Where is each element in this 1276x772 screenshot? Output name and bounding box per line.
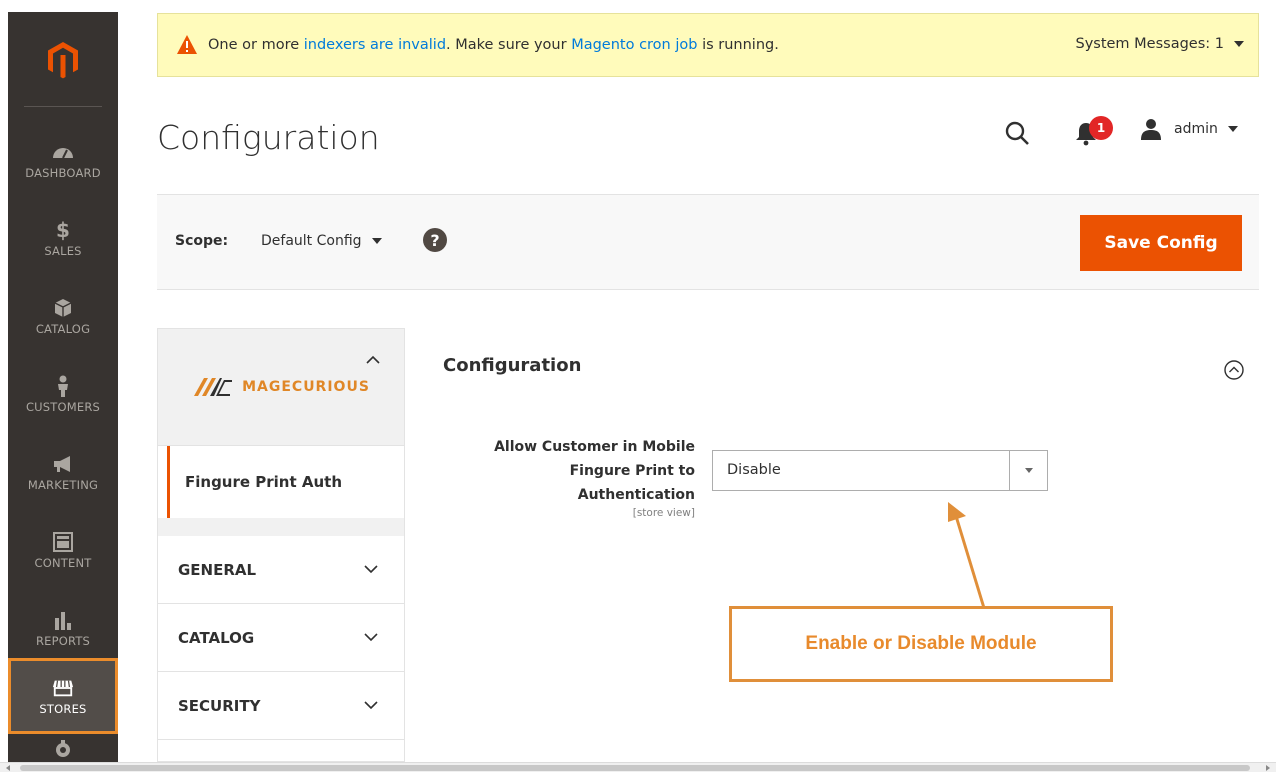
sidebar-item-label: CATALOG <box>35 321 91 336</box>
tab-group-magecurious[interactable]: MAGECURIOUS <box>157 328 405 446</box>
tab-label: Fingure Print Auth <box>185 473 343 491</box>
help-icon[interactable]: ? <box>423 228 447 252</box>
indexers-link[interactable]: indexers are invalid <box>304 37 446 53</box>
message-text-part: . Make sure your <box>446 37 572 53</box>
chevron-down-icon <box>371 238 382 244</box>
cron-job-link[interactable]: Magento cron job <box>571 37 697 53</box>
logo-divider <box>24 106 102 107</box>
message-text-part: is running. <box>697 37 779 53</box>
system-messages-dropdown[interactable]: System Messages: 1 <box>1075 36 1244 52</box>
sidebar-item-customers[interactable]: CUSTOMERS <box>8 356 118 432</box>
scope-value: Default Config <box>261 233 362 249</box>
annotation-arrow-icon <box>948 502 986 609</box>
chevron-up-icon <box>366 355 380 364</box>
magento-logo[interactable] <box>8 12 118 107</box>
tab-section-label: SECURITY <box>178 697 261 715</box>
scrollbar-thumb[interactable] <box>20 765 1250 771</box>
system-message-text: One or more indexers are invalid. Make s… <box>208 37 779 53</box>
layout-icon <box>52 531 74 553</box>
chevron-down-icon <box>364 565 378 574</box>
scope-switcher[interactable]: Default Config <box>261 233 382 249</box>
message-text-part: One or more <box>208 37 304 53</box>
sidebar-item-label: STORES <box>39 701 87 716</box>
scroll-left-icon[interactable] <box>6 765 10 771</box>
collapse-section-icon[interactable] <box>1223 359 1245 381</box>
sidebar-item-marketing[interactable]: MARKETING <box>8 434 118 510</box>
horizontal-scrollbar[interactable] <box>0 762 1276 772</box>
system-messages-label: System Messages: 1 <box>1075 36 1224 52</box>
chevron-down-icon <box>364 701 378 710</box>
save-config-button[interactable]: Save Config <box>1080 215 1242 271</box>
store-icon <box>52 677 74 699</box>
sidebar-item-catalog[interactable]: CATALOG <box>8 278 118 354</box>
gear-icon[interactable] <box>8 738 118 762</box>
notification-badge[interactable]: 1 <box>1089 116 1113 140</box>
field-label-line: Fingure Print to <box>569 463 695 479</box>
user-icon <box>1141 119 1161 140</box>
system-message-bar: One or more indexers are invalid. Make s… <box>157 13 1259 77</box>
field-label-line: Allow Customer in Mobile <box>494 439 695 455</box>
tab-section-label: GENERAL <box>178 561 257 579</box>
annotation-text: Enable or Disable Module <box>805 633 1037 654</box>
dashboard-icon <box>52 141 74 163</box>
admin-sidebar: DASHBOARD $ SALES CATALOG CUSTOMERS MARK… <box>8 12 118 762</box>
config-tabs: MAGECURIOUS Fingure Print Auth GENERAL C… <box>157 328 405 762</box>
warning-icon <box>177 35 197 54</box>
person-icon <box>52 375 74 397</box>
dollar-icon: $ <box>56 217 70 242</box>
tab-section-general[interactable]: GENERAL <box>157 536 405 604</box>
chevron-down-icon <box>1234 41 1244 47</box>
user-menu[interactable]: admin <box>1140 118 1238 140</box>
sidebar-item-label: CUSTOMERS <box>25 399 101 414</box>
field-scope-hint: [store view] <box>632 507 695 519</box>
sidebar-item-stores[interactable]: STORES <box>8 658 118 734</box>
field-label-line: Authentication <box>577 487 695 503</box>
scope-label: Scope: <box>175 233 229 249</box>
active-tab-indicator <box>167 446 170 521</box>
annotation-callout: Enable or Disable Module <box>729 606 1113 682</box>
page-title: Configuration <box>157 118 380 157</box>
sidebar-item-label: MARKETING <box>27 477 99 492</box>
tab-group-title: MAGECURIOUS <box>242 379 370 395</box>
chevron-down-icon <box>364 633 378 642</box>
magento-logo-icon <box>48 41 78 78</box>
fingerprint-auth-select[interactable]: Disable <box>712 450 1048 491</box>
tab-section-security[interactable]: SECURITY <box>157 672 405 740</box>
chevron-down-icon <box>1024 468 1033 473</box>
chevron-down-icon <box>1227 126 1238 132</box>
sidebar-item-label: SALES <box>44 243 82 258</box>
tab-divider <box>157 518 405 536</box>
sidebar-item-label: DASHBOARD <box>25 165 101 180</box>
box-icon <box>52 297 74 319</box>
sidebar-item-content[interactable]: CONTENT <box>8 512 118 588</box>
tab-section-catalog[interactable]: CATALOG <box>157 604 405 672</box>
megaphone-icon <box>52 453 74 475</box>
sidebar-item-sales[interactable]: $ SALES <box>8 200 118 276</box>
select-value: Disable <box>727 462 781 478</box>
sidebar-item-label: REPORTS <box>35 633 91 648</box>
section-title[interactable]: Configuration <box>443 355 581 376</box>
user-name: admin <box>1174 121 1218 137</box>
scroll-right-icon[interactable] <box>1266 765 1270 771</box>
search-icon[interactable] <box>1004 120 1030 146</box>
sidebar-item-dashboard[interactable]: DASHBOARD <box>8 122 118 198</box>
magecurious-logo-icon <box>194 378 233 396</box>
tab-section-more[interactable] <box>157 740 405 762</box>
scope-toolbar: Scope: Default Config ? Save Config <box>157 194 1259 290</box>
tab-section-label: CATALOG <box>178 629 255 647</box>
bar-chart-icon <box>52 609 74 631</box>
tab-fingure-print-auth[interactable]: Fingure Print Auth <box>157 446 405 528</box>
sidebar-item-reports[interactable]: REPORTS <box>8 590 118 666</box>
field-label: Allow Customer in Mobile Fingure Print t… <box>460 435 695 507</box>
select-dropdown-button[interactable] <box>1009 451 1047 490</box>
sidebar-item-label: CONTENT <box>34 555 92 570</box>
